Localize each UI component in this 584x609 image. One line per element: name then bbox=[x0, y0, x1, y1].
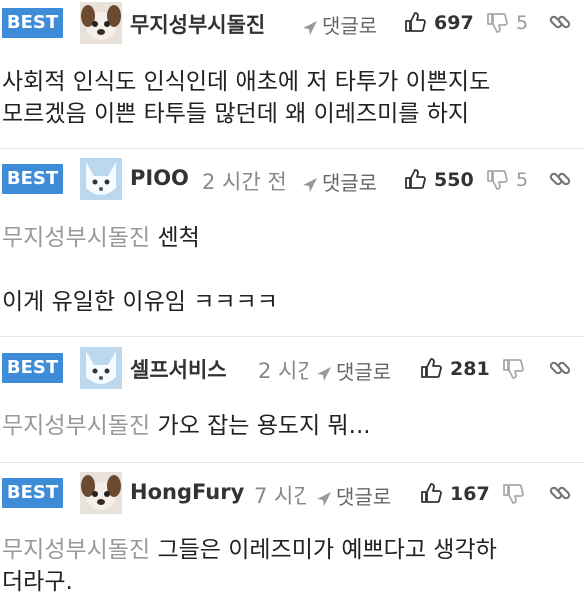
nickname[interactable]: PIOO bbox=[130, 166, 189, 190]
send-icon bbox=[317, 366, 331, 381]
best-badge: BEST bbox=[2, 8, 63, 38]
downvote-count: 5 bbox=[516, 169, 529, 191]
timestamp: 7 시간 전 bbox=[254, 484, 306, 508]
reply-button[interactable]: 댓글로 bbox=[302, 167, 377, 196]
thumbs-up-icon[interactable] bbox=[420, 357, 442, 379]
link-icon[interactable] bbox=[548, 167, 572, 191]
reply-label: 댓글로 bbox=[336, 485, 392, 509]
upvote-count: 281 bbox=[450, 358, 490, 380]
comment-body: 무지성부시돌진 센척 이게 유일한 이유임 ㅋㅋㅋㅋ bbox=[2, 222, 278, 318]
divider bbox=[0, 462, 584, 463]
reply-label: 댓글로 bbox=[322, 171, 378, 195]
comment-line: 무지성부시돌진 센척 bbox=[2, 225, 200, 251]
comment-line bbox=[2, 254, 278, 286]
link-icon[interactable] bbox=[548, 10, 572, 34]
reply-label: 댓글로 bbox=[322, 14, 378, 38]
mention[interactable]: 무지성부시돌진 bbox=[2, 225, 150, 251]
nickname[interactable]: 무지성부시돌진 bbox=[130, 9, 265, 39]
send-icon bbox=[303, 177, 317, 192]
nickname[interactable]: 셀프서비스 bbox=[130, 354, 227, 384]
reply-button[interactable]: 댓글로 bbox=[316, 356, 391, 385]
comment-line: 모르겠음 이쁜 타투들 많던데 왜 이레즈미를 하지 bbox=[2, 101, 470, 127]
reply-button[interactable]: 댓글로 bbox=[302, 10, 377, 39]
mention[interactable]: 무지성부시돌진 bbox=[2, 537, 150, 563]
divider bbox=[0, 148, 584, 149]
comment-line: 무지성부시돌진 가오 잡는 용도지 뭐... bbox=[2, 413, 371, 439]
timestamp: 2 시간 전 bbox=[258, 359, 308, 383]
send-icon bbox=[317, 491, 331, 506]
comment-body: 무지성부시돌진 가오 잡는 용도지 뭐... bbox=[2, 410, 371, 442]
downvote-count: 5 bbox=[516, 12, 529, 34]
best-badge: BEST bbox=[2, 164, 63, 194]
avatar[interactable] bbox=[80, 158, 122, 200]
reply-label: 댓글로 bbox=[336, 360, 392, 384]
thumbs-up-icon[interactable] bbox=[420, 482, 442, 504]
divider bbox=[0, 336, 584, 337]
thumbs-up-icon[interactable] bbox=[404, 168, 426, 190]
thumbs-down-icon[interactable] bbox=[486, 169, 508, 191]
upvote-count: 550 bbox=[434, 169, 474, 191]
best-badge: BEST bbox=[2, 353, 63, 383]
best-badge: BEST bbox=[2, 478, 63, 508]
comment-body: 사회적 인식도 인식인데 애초에 저 타투가 이쁜지도 모르겠음 이쁜 타투들 … bbox=[2, 66, 490, 130]
comment-line: 이게 유일한 이유임 ㅋㅋㅋㅋ bbox=[2, 289, 278, 315]
comment-line: 더라구. bbox=[2, 569, 73, 595]
thumbs-down-icon[interactable] bbox=[502, 483, 524, 505]
avatar[interactable] bbox=[80, 347, 122, 389]
comment-line: 무지성부시돌진 그들은 이레즈미가 예쁘다고 생각하 bbox=[2, 537, 497, 563]
nickname[interactable]: HongFury bbox=[130, 480, 244, 504]
upvote-count: 697 bbox=[434, 12, 474, 34]
mention[interactable]: 무지성부시돌진 bbox=[2, 413, 150, 439]
avatar[interactable] bbox=[80, 2, 122, 44]
avatar[interactable] bbox=[80, 472, 122, 514]
comment-line: 사회적 인식도 인식인데 애초에 저 타투가 이쁜지도 bbox=[2, 69, 491, 95]
link-icon[interactable] bbox=[548, 356, 572, 380]
link-icon[interactable] bbox=[548, 481, 572, 505]
send-icon bbox=[303, 20, 317, 35]
comment-body: 무지성부시돌진 그들은 이레즈미가 예쁘다고 생각하 더라구. bbox=[2, 534, 497, 598]
thumbs-down-icon[interactable] bbox=[502, 358, 524, 380]
thumbs-down-icon[interactable] bbox=[486, 12, 508, 34]
upvote-count: 167 bbox=[450, 483, 490, 505]
thumbs-up-icon[interactable] bbox=[404, 11, 426, 33]
timestamp: 2 시간 전 bbox=[202, 170, 287, 194]
reply-button[interactable]: 댓글로 bbox=[316, 481, 391, 510]
